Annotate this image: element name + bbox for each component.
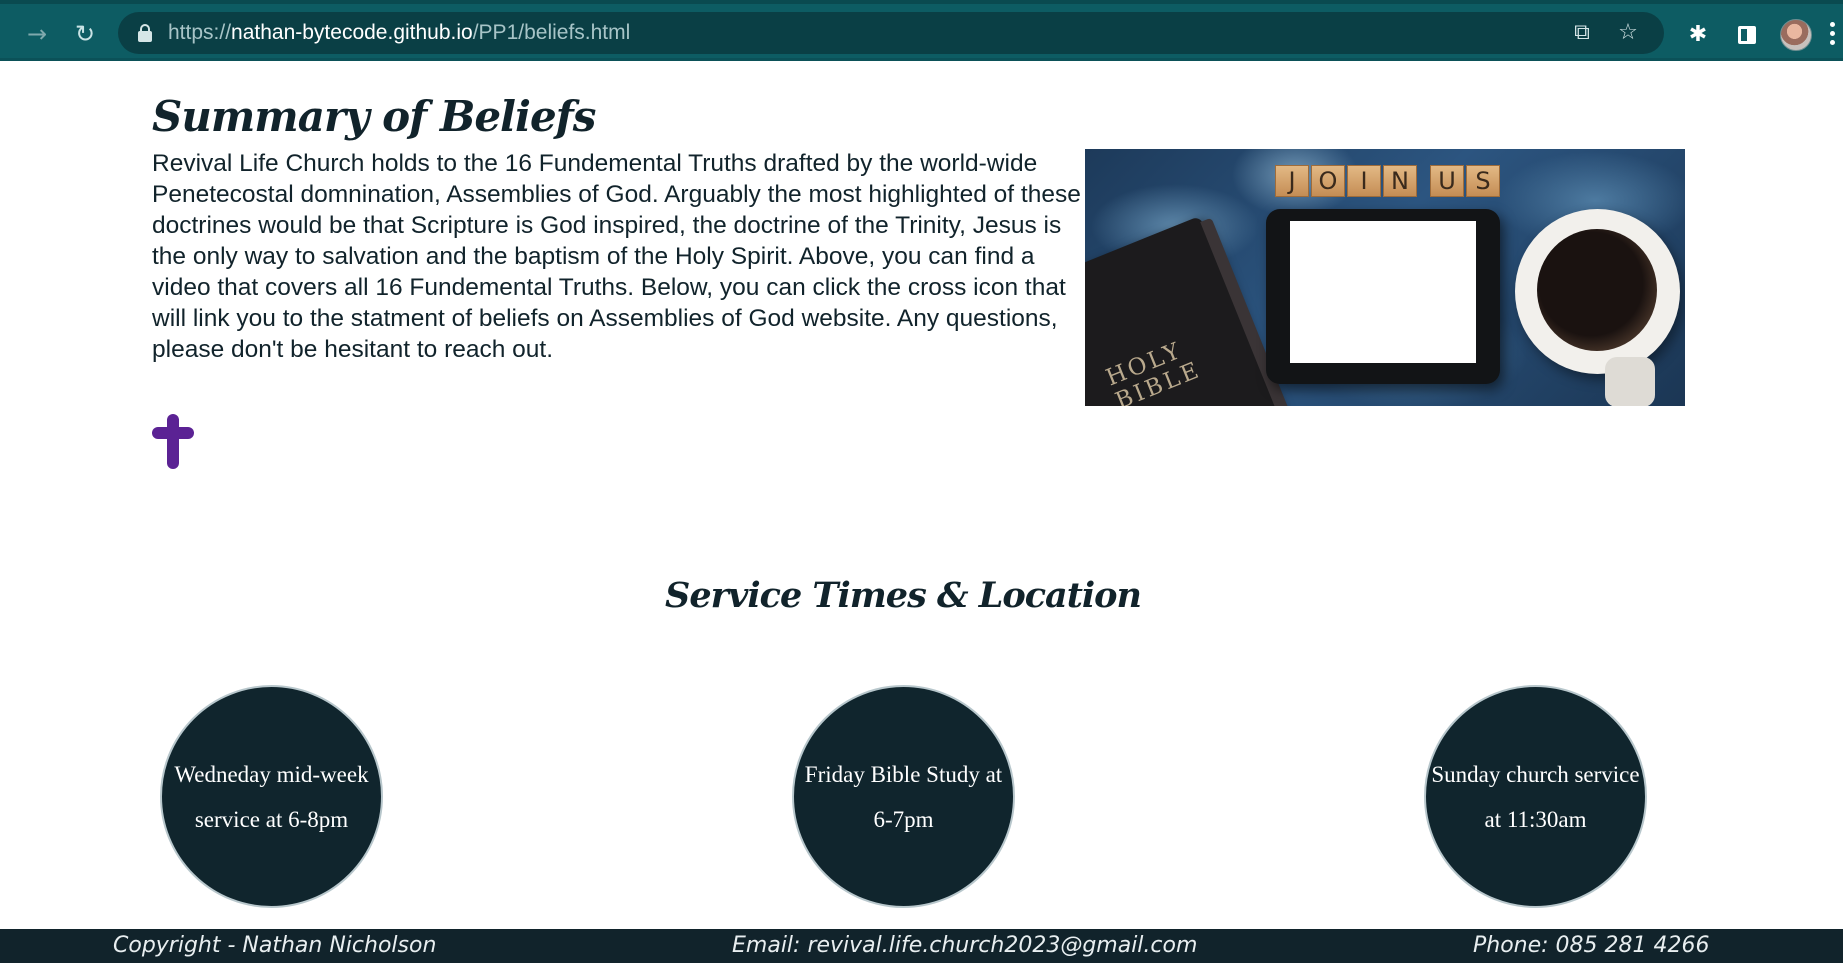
footer-phone: Phone: 085 281 4266 xyxy=(1473,933,1710,958)
cross-icon[interactable] xyxy=(152,414,194,469)
service-circle-text: Wedneday mid-week service at 6-8pm xyxy=(174,761,369,832)
footer-email: Email: revival.life.church2023@gmail.com xyxy=(732,933,1198,958)
letter-tile: N xyxy=(1383,165,1417,197)
lock-icon[interactable] xyxy=(138,24,152,42)
beliefs-summary-text: Revival Life Church holds to the 16 Fund… xyxy=(152,150,1081,363)
share-icon[interactable]: ⧉ xyxy=(1568,19,1596,47)
url-scheme: https:// xyxy=(168,21,232,44)
url-path: /PP1/beliefs.html xyxy=(472,21,631,44)
tiles-join: J O I N xyxy=(1275,165,1417,197)
page-title: Summary of Beliefs xyxy=(152,92,596,141)
service-circle-text: Sunday church service at 11:30am xyxy=(1431,761,1640,832)
tablet-graphic xyxy=(1266,209,1500,384)
letter-tile: O xyxy=(1311,165,1345,197)
service-circle-sunday: Sunday church service at 11:30am xyxy=(1424,685,1647,908)
tiles-us: U S xyxy=(1430,165,1500,197)
join-us-image: HOLY BIBLE J O I N U S xyxy=(1085,149,1685,406)
coffee-mug-graphic xyxy=(1515,209,1680,406)
footer: Copyright - Nathan Nicholson Email: revi… xyxy=(0,929,1843,963)
puzzle-icon[interactable]: ✱ xyxy=(1684,21,1712,49)
service-times-title: Service Times & Location xyxy=(665,575,1142,616)
service-circle-friday: Friday Bible Study at 6-7pm xyxy=(792,685,1015,908)
url-host: nathan-bytecode.github.io xyxy=(231,21,473,44)
side-panel-icon[interactable] xyxy=(1733,21,1761,49)
letter-tile: U xyxy=(1430,165,1464,197)
browser-toolbar: → ↻ https://nathan-bytecode.github.io/PP… xyxy=(0,0,1843,61)
service-circle-wednesday: Wedneday mid-week service at 6-8pm xyxy=(160,685,383,908)
reload-icon[interactable]: ↻ xyxy=(70,19,100,49)
letter-tile: S xyxy=(1466,165,1500,197)
letter-tile: J xyxy=(1275,165,1309,197)
service-circle-text: Friday Bible Study at 6-7pm xyxy=(804,761,1003,832)
forward-arrow-icon[interactable]: → xyxy=(22,19,52,49)
url-text[interactable]: https://nathan-bytecode.github.io/PP1/be… xyxy=(168,21,630,45)
avatar[interactable] xyxy=(1780,19,1812,51)
letter-tile: I xyxy=(1347,165,1381,197)
footer-copyright: Copyright - Nathan Nicholson xyxy=(113,933,437,958)
address-bar[interactable]: https://nathan-bytecode.github.io/PP1/be… xyxy=(118,12,1664,54)
star-icon[interactable]: ☆ xyxy=(1614,19,1642,47)
kebab-menu-icon[interactable] xyxy=(1828,22,1838,48)
